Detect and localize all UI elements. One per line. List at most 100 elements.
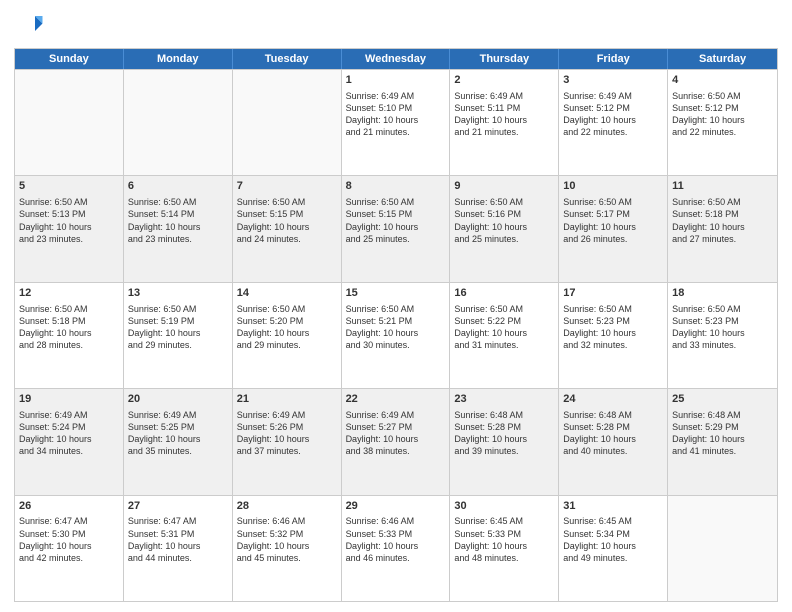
day-info-line: Daylight: 10 hours [672,327,773,339]
day-info-line: Sunset: 5:33 PM [454,528,554,540]
day-info-line: and 42 minutes. [19,552,119,564]
day-number: 5 [19,179,119,194]
day-number: 23 [454,392,554,407]
day-info-line: and 49 minutes. [563,552,663,564]
day-info-line: and 21 minutes. [346,126,446,138]
day-info-line: and 37 minutes. [237,445,337,457]
day-info-line: Sunset: 5:20 PM [237,315,337,327]
day-info-line: Sunrise: 6:48 AM [563,409,663,421]
day-info-line: Sunset: 5:30 PM [19,528,119,540]
day-number: 4 [672,73,773,88]
day-cell-29: 29Sunrise: 6:46 AMSunset: 5:33 PMDayligh… [342,496,451,601]
day-info-line: Sunset: 5:25 PM [128,421,228,433]
day-info-line: Daylight: 10 hours [454,327,554,339]
day-cell-18: 18Sunrise: 6:50 AMSunset: 5:23 PMDayligh… [668,283,777,388]
day-number: 3 [563,73,663,88]
empty-cell [15,70,124,175]
calendar-week-3: 12Sunrise: 6:50 AMSunset: 5:18 PMDayligh… [15,282,777,388]
day-number: 15 [346,286,446,301]
day-cell-19: 19Sunrise: 6:49 AMSunset: 5:24 PMDayligh… [15,389,124,494]
day-info-line: Sunset: 5:31 PM [128,528,228,540]
day-info-line: and 28 minutes. [19,339,119,351]
day-number: 21 [237,392,337,407]
day-cell-14: 14Sunrise: 6:50 AMSunset: 5:20 PMDayligh… [233,283,342,388]
day-number: 16 [454,286,554,301]
day-cell-20: 20Sunrise: 6:49 AMSunset: 5:25 PMDayligh… [124,389,233,494]
day-number: 7 [237,179,337,194]
day-number: 30 [454,499,554,514]
day-info-line: Daylight: 10 hours [128,327,228,339]
day-info-line: Sunset: 5:26 PM [237,421,337,433]
day-header-saturday: Saturday [668,49,777,69]
day-info-line: and 26 minutes. [563,233,663,245]
day-info-line: Sunrise: 6:49 AM [346,409,446,421]
day-info-line: Daylight: 10 hours [346,540,446,552]
day-info-line: Sunrise: 6:47 AM [128,515,228,527]
day-info-line: Daylight: 10 hours [563,327,663,339]
day-info-line: Sunrise: 6:50 AM [672,196,773,208]
day-info-line: and 23 minutes. [19,233,119,245]
day-info-line: Daylight: 10 hours [19,540,119,552]
day-info-line: Sunrise: 6:45 AM [454,515,554,527]
day-info-line: and 23 minutes. [128,233,228,245]
day-number: 11 [672,179,773,194]
day-info-line: and 25 minutes. [454,233,554,245]
day-number: 12 [19,286,119,301]
day-info-line: Sunrise: 6:46 AM [346,515,446,527]
day-info-line: Daylight: 10 hours [454,114,554,126]
day-info-line: Sunrise: 6:50 AM [454,303,554,315]
day-info-line: Daylight: 10 hours [563,540,663,552]
day-info-line: Daylight: 10 hours [563,114,663,126]
logo-icon [14,10,44,40]
day-info-line: and 22 minutes. [563,126,663,138]
day-number: 19 [19,392,119,407]
day-number: 6 [128,179,228,194]
day-cell-4: 4Sunrise: 6:50 AMSunset: 5:12 PMDaylight… [668,70,777,175]
day-info-line: and 25 minutes. [346,233,446,245]
day-cell-7: 7Sunrise: 6:50 AMSunset: 5:15 PMDaylight… [233,176,342,281]
day-info-line: and 48 minutes. [454,552,554,564]
day-info-line: Sunset: 5:19 PM [128,315,228,327]
empty-cell [233,70,342,175]
day-info-line: Sunrise: 6:49 AM [237,409,337,421]
day-info-line: Sunrise: 6:50 AM [672,303,773,315]
empty-cell [668,496,777,601]
day-header-friday: Friday [559,49,668,69]
day-number: 14 [237,286,337,301]
day-cell-24: 24Sunrise: 6:48 AMSunset: 5:28 PMDayligh… [559,389,668,494]
day-info-line: Sunrise: 6:50 AM [346,303,446,315]
day-info-line: Sunset: 5:12 PM [672,102,773,114]
calendar-week-5: 26Sunrise: 6:47 AMSunset: 5:30 PMDayligh… [15,495,777,601]
day-info-line: Sunrise: 6:50 AM [237,303,337,315]
day-info-line: Sunset: 5:22 PM [454,315,554,327]
day-info-line: Sunset: 5:28 PM [563,421,663,433]
day-info-line: Daylight: 10 hours [454,540,554,552]
day-info-line: and 34 minutes. [19,445,119,457]
day-info-line: and 33 minutes. [672,339,773,351]
day-info-line: Sunrise: 6:50 AM [19,196,119,208]
day-info-line: Sunset: 5:27 PM [346,421,446,433]
day-header-sunday: Sunday [15,49,124,69]
day-number: 24 [563,392,663,407]
calendar-body: 1Sunrise: 6:49 AMSunset: 5:10 PMDaylight… [15,69,777,601]
day-info-line: Daylight: 10 hours [237,540,337,552]
day-info-line: Sunset: 5:15 PM [346,208,446,220]
day-info-line: and 41 minutes. [672,445,773,457]
day-info-line: Sunrise: 6:49 AM [128,409,228,421]
day-info-line: Daylight: 10 hours [672,221,773,233]
day-info-line: Sunset: 5:29 PM [672,421,773,433]
day-info-line: Sunset: 5:21 PM [346,315,446,327]
day-info-line: and 21 minutes. [454,126,554,138]
day-number: 26 [19,499,119,514]
day-info-line: Daylight: 10 hours [346,327,446,339]
day-info-line: Sunset: 5:23 PM [563,315,663,327]
day-cell-10: 10Sunrise: 6:50 AMSunset: 5:17 PMDayligh… [559,176,668,281]
day-info-line: Sunrise: 6:46 AM [237,515,337,527]
day-info-line: and 40 minutes. [563,445,663,457]
day-number: 28 [237,499,337,514]
day-info-line: Sunrise: 6:50 AM [563,303,663,315]
day-info-line: and 24 minutes. [237,233,337,245]
day-info-line: and 30 minutes. [346,339,446,351]
day-info-line: Daylight: 10 hours [672,433,773,445]
day-info-line: and 31 minutes. [454,339,554,351]
